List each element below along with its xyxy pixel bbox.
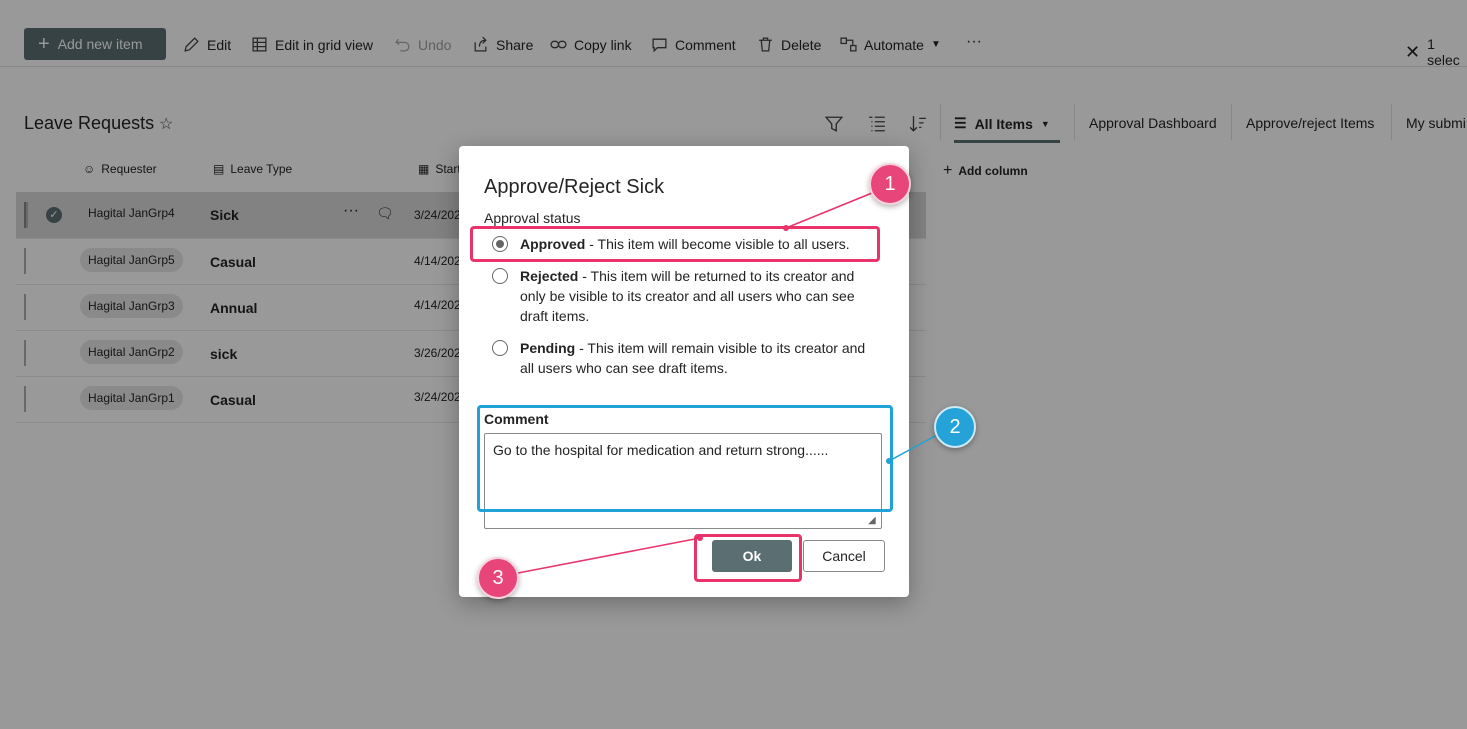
option-pending-text[interactable]: Pending - This item will remain visible … bbox=[520, 338, 880, 378]
annotation-box-2 bbox=[477, 405, 893, 512]
annotation-badge-2: 2 bbox=[934, 406, 976, 448]
radio-pending[interactable] bbox=[492, 340, 508, 356]
option-pending-name: Pending bbox=[520, 340, 576, 356]
approve-reject-dialog: Approve/Reject Sick Approval status Appr… bbox=[459, 146, 909, 597]
approval-status-label: Approval status bbox=[484, 210, 581, 226]
cancel-button[interactable]: Cancel bbox=[803, 540, 885, 572]
radio-rejected[interactable] bbox=[492, 268, 508, 284]
annotation-box-3 bbox=[694, 534, 802, 582]
annotation-box-1 bbox=[470, 226, 880, 262]
option-rejected-name: Rejected bbox=[520, 268, 579, 284]
annotation-badge-1: 1 bbox=[869, 163, 911, 205]
dialog-title: Approve/Reject Sick bbox=[484, 176, 665, 198]
option-rejected-text[interactable]: Rejected - This item will be returned to… bbox=[520, 266, 865, 326]
resize-handle-icon[interactable]: ◢ bbox=[868, 515, 876, 526]
annotation-badge-3: 3 bbox=[477, 557, 519, 599]
